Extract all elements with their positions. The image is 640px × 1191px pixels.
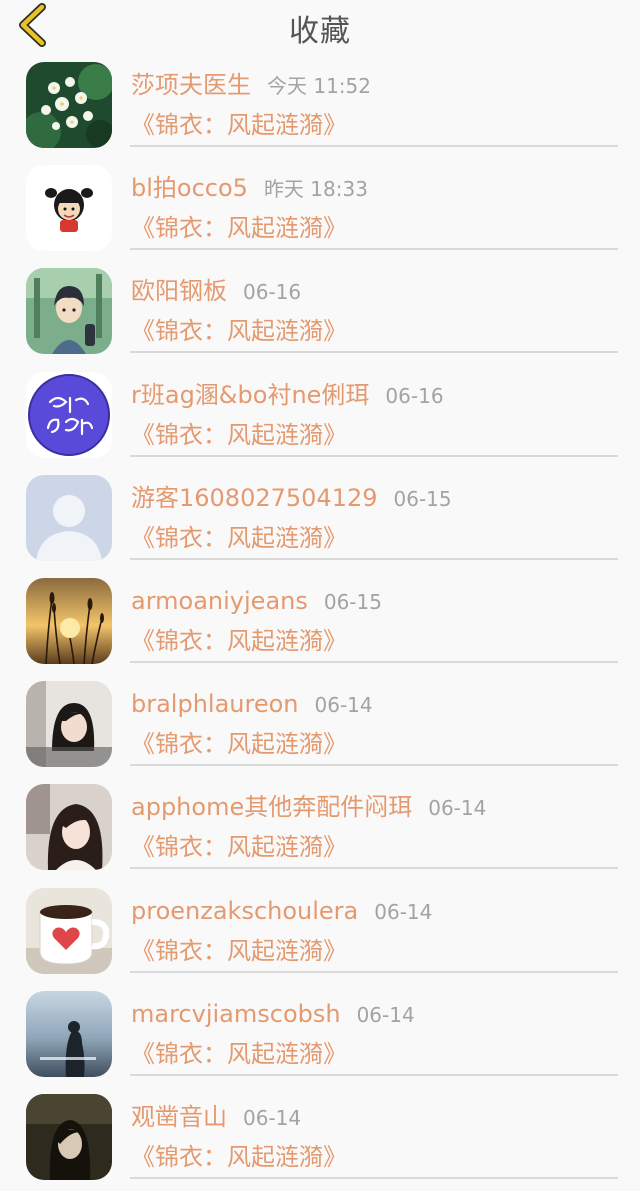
favorite-item[interactable]: 观凿音山 06-14 《锦衣：风起涟漪》 xyxy=(0,1086,640,1189)
avatar[interactable] xyxy=(26,165,112,252)
username[interactable]: marcvjiamscobsh xyxy=(131,1000,341,1028)
username[interactable]: 观凿音山 xyxy=(131,1103,227,1131)
favorite-item[interactable]: armoaniyjeans 06-15 《锦衣：风起涟漪》 xyxy=(0,570,640,673)
favorite-item[interactable]: proenzakschoulera 06-14 《锦衣：风起涟漪》 xyxy=(0,880,640,983)
username[interactable]: 莎项夫医生 xyxy=(131,71,251,99)
favorites-list: 莎项夫医生 今天 11:52 《锦衣：风起涟漪》 bl拍occo5 昨天 18:33… xyxy=(0,54,640,1189)
avatar[interactable] xyxy=(26,268,112,355)
item-title[interactable]: 《锦衣：风起涟漪》 xyxy=(131,934,347,968)
avatar[interactable] xyxy=(26,887,112,974)
favorite-item[interactable]: r班ag溷&bo衬ne俐珥 06-16 《锦衣：风起涟漪》 xyxy=(0,364,640,467)
favorite-item[interactable]: marcvjiamscobsh 06-14 《锦衣：风起涟漪》 xyxy=(0,983,640,1086)
timestamp: 06-15 xyxy=(323,589,382,614)
favorite-item[interactable]: apphome其他奔配件闷珥 06-14 《锦衣：风起涟漪》 xyxy=(0,776,640,879)
divider xyxy=(130,351,618,354)
username[interactable]: armoaniyjeans xyxy=(131,587,308,615)
favorite-item[interactable]: bl拍occo5 昨天 18:33 《锦衣：风起涟漪》 xyxy=(0,157,640,260)
item-title[interactable]: 《锦衣：风起涟漪》 xyxy=(131,314,347,348)
item-title[interactable]: 《锦衣：风起涟漪》 xyxy=(131,521,347,555)
divider xyxy=(130,1176,618,1179)
item-title[interactable]: 《锦衣：风起涟漪》 xyxy=(131,108,347,142)
avatar[interactable] xyxy=(26,1093,112,1180)
item-title[interactable]: 《锦衣：风起涟漪》 xyxy=(131,211,347,245)
username[interactable]: 欧阳钢板 xyxy=(131,277,227,305)
username[interactable]: bralphlaureon xyxy=(131,690,299,718)
item-title[interactable]: 《锦衣：风起涟漪》 xyxy=(131,1140,347,1174)
divider xyxy=(130,145,618,147)
favorite-item[interactable]: 游客1608027504129 06-15 《锦衣：风起涟漪》 xyxy=(0,467,640,570)
item-title[interactable]: 《锦衣：风起涟漪》 xyxy=(131,830,347,864)
timestamp: 06-14 xyxy=(374,899,433,924)
avatar[interactable] xyxy=(26,577,112,664)
timestamp: 06-14 xyxy=(243,1105,302,1130)
divider xyxy=(130,557,618,560)
page-title: 收藏 xyxy=(289,14,351,49)
username[interactable]: apphome其他奔配件闷珥 xyxy=(131,793,412,821)
item-title[interactable]: 《锦衣：风起涟漪》 xyxy=(131,624,347,658)
timestamp: 06-14 xyxy=(356,1002,415,1027)
item-title[interactable]: 《锦衣：风起涟漪》 xyxy=(131,1037,347,1071)
timestamp: 06-16 xyxy=(385,383,444,408)
divider xyxy=(130,867,618,870)
avatar[interactable] xyxy=(26,681,112,768)
timestamp: 06-16 xyxy=(243,280,302,305)
divider xyxy=(130,660,618,663)
avatar[interactable] xyxy=(26,62,112,148)
timestamp: 06-14 xyxy=(314,693,373,718)
avatar[interactable] xyxy=(26,474,112,561)
item-title[interactable]: 《锦衣：风起涟漪》 xyxy=(131,727,347,761)
avatar[interactable] xyxy=(26,371,112,458)
item-title[interactable]: 《锦衣：风起涟漪》 xyxy=(131,418,347,452)
favorite-item[interactable]: bralphlaureon 06-14 《锦衣：风起涟漪》 xyxy=(0,673,640,776)
top-bar: 收藏 xyxy=(0,0,640,54)
username[interactable]: bl拍occo5 xyxy=(131,174,248,202)
username[interactable]: 游客1608027504129 xyxy=(131,484,378,512)
avatar[interactable] xyxy=(26,990,112,1077)
timestamp: 昨天 18:33 xyxy=(263,177,368,202)
timestamp: 06-14 xyxy=(428,796,487,821)
username[interactable]: proenzakschoulera xyxy=(131,897,358,925)
timestamp: 06-15 xyxy=(393,486,452,511)
divider xyxy=(130,970,618,973)
divider xyxy=(130,764,618,767)
username[interactable]: r班ag溷&bo衬ne俐珥 xyxy=(131,381,369,409)
avatar[interactable] xyxy=(26,784,112,871)
divider xyxy=(130,248,618,251)
timestamp: 今天 11:52 xyxy=(267,74,371,98)
divider xyxy=(130,454,618,457)
divider xyxy=(130,1073,618,1076)
favorite-item[interactable]: 莎项夫医生 今天 11:52 《锦衣：风起涟漪》 xyxy=(0,54,640,157)
favorite-item[interactable]: 欧阳钢板 06-16 《锦衣：风起涟漪》 xyxy=(0,260,640,363)
